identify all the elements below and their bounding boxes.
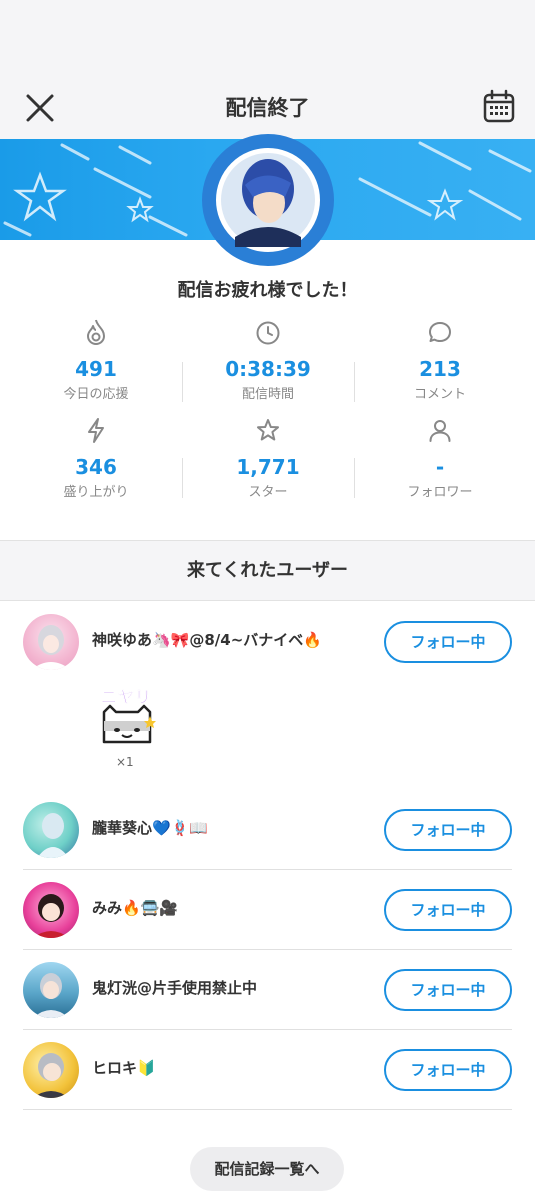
user-name: 神咲ゆあ🦄🎀@8/4~バナイベ🔥 xyxy=(92,631,322,649)
comment-icon xyxy=(429,322,451,342)
stat-value: 1,771 xyxy=(236,455,300,479)
stat-label: 配信時間 xyxy=(241,387,294,402)
user-name: 鬼灯洸@片手使用禁止中 xyxy=(92,979,258,997)
user-avatar[interactable] xyxy=(23,614,79,670)
stat-followers: - フォロワー xyxy=(354,416,526,500)
follow-button[interactable]: フォロー中 xyxy=(384,809,512,851)
gift-count: ×1 xyxy=(116,755,134,769)
person-icon xyxy=(429,420,451,442)
user-name: ヒロキ🔰 xyxy=(92,1059,156,1077)
star-icon xyxy=(257,419,279,441)
stream-history-button[interactable]: 配信記録一覧へ xyxy=(190,1147,344,1191)
divider xyxy=(182,458,183,498)
header: 配信終了 xyxy=(0,72,535,140)
stat-value: 0:38:39 xyxy=(225,357,311,381)
user-name: みみ🔥🚍🎥 xyxy=(92,899,179,917)
stat-support: 491 今日の応援 xyxy=(10,318,182,402)
thanks-message: 配信お疲れ様でした！ xyxy=(177,280,358,301)
stat-value: 491 xyxy=(75,357,117,381)
stat-label: フォロワー xyxy=(407,485,473,500)
user-row[interactable]: みみ🔥🚍🎥 フォロー中 xyxy=(0,870,535,950)
user-avatar[interactable] xyxy=(23,882,79,938)
gift-item: ニヤリ xyxy=(98,686,156,752)
user-row[interactable]: 神咲ゆあ🦄🎀@8/4~バナイベ🔥 フォロー中 xyxy=(0,602,535,682)
user-row[interactable]: ヒロキ🔰 フォロー中 xyxy=(0,1030,535,1110)
bolt-icon xyxy=(88,418,104,443)
stat-label: コメント xyxy=(413,387,466,402)
divider xyxy=(182,362,183,402)
stat-label: 盛り上がり xyxy=(63,485,129,500)
gift-sticker: ニヤリ xyxy=(100,688,156,744)
stat-stars: 1,771 スター xyxy=(182,416,354,500)
user-row[interactable]: 朧華葵心💙🪢📖 フォロー中 xyxy=(0,790,535,870)
clock-icon xyxy=(256,321,280,345)
divider xyxy=(354,458,355,498)
row-divider xyxy=(23,1109,512,1110)
user-name: 朧華葵心💙🪢📖 xyxy=(92,819,209,837)
user-avatar[interactable] xyxy=(23,1042,79,1098)
flame-icon xyxy=(87,319,105,345)
stat-excitement: 346 盛り上がり xyxy=(10,416,182,500)
user-avatar[interactable] xyxy=(23,962,79,1018)
status-bar xyxy=(0,0,535,72)
stat-label: 今日の応援 xyxy=(63,387,129,402)
stat-comments: 213 コメント xyxy=(354,318,526,402)
stat-value: 346 xyxy=(75,455,117,479)
stat-label: スター xyxy=(248,485,288,500)
stat-value: - xyxy=(435,455,445,479)
follow-button[interactable]: フォロー中 xyxy=(384,621,512,663)
user-avatar[interactable] xyxy=(23,802,79,858)
calendar-icon[interactable] xyxy=(483,89,515,123)
user-row[interactable]: 鬼灯洸@片手使用禁止中 フォロー中 xyxy=(0,950,535,1030)
follow-button[interactable]: フォロー中 xyxy=(384,1049,512,1091)
stat-value: 213 xyxy=(419,357,461,381)
follow-button[interactable]: フォロー中 xyxy=(384,889,512,931)
page-title: 配信終了 xyxy=(225,96,310,120)
divider xyxy=(354,362,355,402)
streamer-avatar: IRIAM RADIO STREAMING xyxy=(202,134,334,266)
follow-button[interactable]: フォロー中 xyxy=(384,969,512,1011)
stat-duration: 0:38:39 配信時間 xyxy=(182,318,354,402)
streamer-avatar-image: IRIAM RADIO STREAMING xyxy=(204,136,332,264)
visitors-section-title: 来てくれたユーザー xyxy=(0,540,535,601)
